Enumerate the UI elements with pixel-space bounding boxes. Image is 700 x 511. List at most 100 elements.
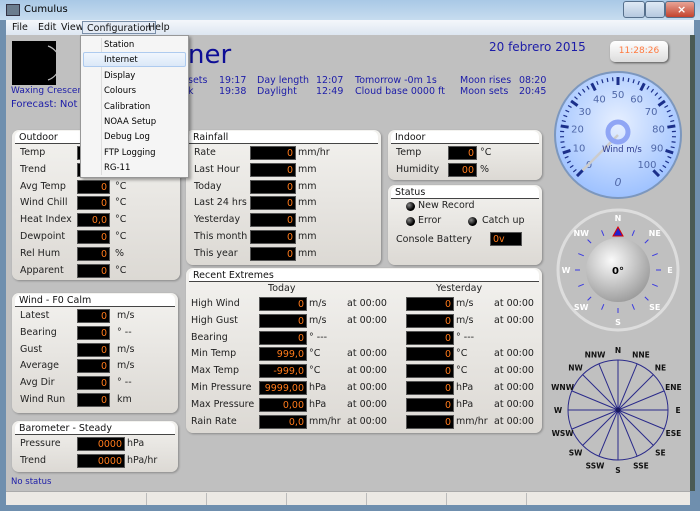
indoor-row-unit: °C [480,147,492,158]
rose-label: ENE [665,383,682,392]
wind-row-label: Average [20,360,60,372]
extreme-unit: m/s [456,314,474,326]
wind-row-label: Latest [20,310,50,321]
new-record-led [406,202,415,211]
rose-label: NW [568,364,583,373]
rose-spoke [582,409,619,446]
station-title: ner [188,40,232,70]
extremes-panel: Recent Extremes Today Yesterday High Wind 0 m… [186,268,542,433]
menu-file[interactable]: File [8,21,32,34]
wind-speed-gauge: 0102030405060708090100Wind m/s0 [554,71,682,199]
extreme-unit: mm/hr [309,415,341,427]
status-text: No status [11,477,52,487]
extreme-unit: m/s [309,298,327,309]
extreme-unit: hPa [456,398,474,410]
outdoor-row-unit: % [115,247,125,259]
extreme-value: 0 [406,364,454,379]
extreme-time: at 00:00 [347,314,387,326]
menu-item-debug-log[interactable]: Debug Log [104,132,150,142]
outdoor-row-value: 0 [77,246,110,261]
barometer-panel: Barometer - Steady Pressure 0000 hPa Trend 00… [12,421,178,472]
rose-label: S [615,466,620,475]
extreme-value: 0 [406,414,454,429]
extreme-value: 0 [406,313,454,328]
compass-tick [651,253,658,257]
extreme-value: 0,0 [259,414,307,429]
gauge-tick-label: 10 [573,144,586,155]
extreme-time: at 00:00 [347,398,387,410]
sun-moon-info: sets [188,75,208,86]
extreme-unit: m/s [309,314,327,326]
console-battery-label: Console Battery [396,234,472,245]
outdoor-row-label: Heat Index [20,214,72,226]
extreme-unit: ° --- [456,331,475,343]
compass-pointer [612,225,624,237]
menu-item-internet[interactable]: Internet [104,55,138,65]
rainfall-row-label: Yesterday [194,214,241,226]
compass-tick [587,296,592,301]
minimize-button[interactable] [623,1,645,18]
menu-help[interactable]: Help [144,21,174,34]
compass-label: NW [573,229,589,238]
compass-tick [644,296,649,301]
extreme-unit: °C [456,365,468,377]
indoor-panel: Indoor Temp 0 °C Humidity 00% [388,130,542,180]
extreme-label: High Gust [191,314,238,326]
new-record-label: New Record [418,200,475,211]
gauge-tick-label: 80 [652,125,665,136]
menu-item-rg-11[interactable]: RG-11 [104,163,130,173]
rose-center [615,407,621,413]
gauge-label: Wind m/s [602,145,642,155]
compass-tick [644,239,649,244]
menu-item-noaa-setup[interactable]: NOAA Setup [104,117,156,127]
menu-item-calibration[interactable]: Calibration [104,102,150,112]
wind-row-value: 0 [77,342,110,357]
extreme-value: 0 [406,347,454,362]
extreme-label: Max Pressure [191,398,255,410]
moon-phase-text: Waxing Crescent [11,86,87,96]
wind-row-label: Wind Run [20,394,66,405]
error-led [406,217,415,226]
menu-item-station[interactable]: Station [104,40,134,50]
maximize-button[interactable] [645,1,665,18]
outdoor-row-label: Apparent [20,264,64,276]
menu-item-colours[interactable]: Colours [104,86,136,96]
status-divider [286,493,287,505]
rainfall-row-value: 0 [250,230,296,244]
extreme-time: at 00:00 [494,398,534,410]
gauge-tick-label: 50 [612,90,625,101]
rainfall-row-label: This year [194,247,238,259]
compass-tick [651,283,658,287]
menu-item-display[interactable]: Display [104,71,135,81]
extreme-time: at 00:00 [347,415,387,427]
sun-moon-info: 19:17 [219,75,247,86]
sun-moon-info: 12:49 [316,86,344,97]
extreme-time: at 00:00 [347,298,387,309]
barometer-row-unit: hPa/hr [127,454,158,466]
outdoor-row-value: 0 [77,230,110,244]
app-icon [6,4,20,16]
gauge-tick [560,141,565,143]
rose-label: NE [655,364,666,373]
indoor-panel-title: Indoor [391,131,539,144]
indoor-row-value: 0 [448,146,477,160]
menu-item-ftp-logging[interactable]: FTP Logging [104,148,155,158]
rainfall-row-unit: mm [298,214,317,226]
gauge-tick [671,141,676,143]
outdoor-row-unit: °C [115,231,127,242]
extreme-label: Rain Rate [191,415,237,427]
moon-phase-image [12,41,61,85]
compass-label: S [615,318,621,327]
extreme-time: at 00:00 [494,314,534,326]
close-button[interactable]: × [665,1,695,18]
close-icon: × [677,3,687,16]
rose-spoke [617,409,654,446]
status-divider [446,493,447,505]
extreme-time: at 00:00 [494,365,534,377]
rainfall-row-label: Last Hour [194,163,240,175]
wind-row-value: 0 [77,359,110,374]
extreme-label: Bearing [191,331,228,343]
rose-label: ESE [666,429,682,438]
compass-tick [601,230,605,237]
gauge-tick [560,124,569,129]
